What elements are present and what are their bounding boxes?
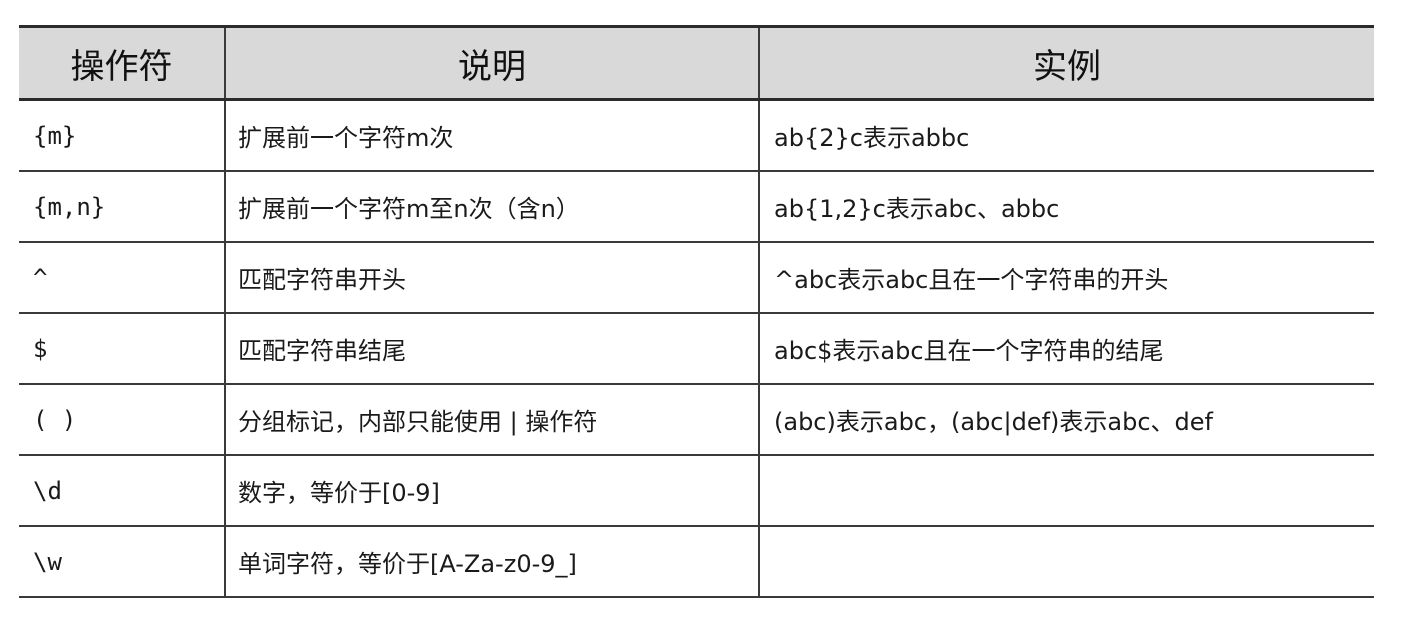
example-cell: abc$表示abc且在一个字符串的结尾 (758, 313, 1374, 385)
table-row: \d 数字，等价于[0-9] (19, 455, 1374, 527)
operator-cell: $ (19, 313, 225, 385)
description-cell: 匹配字符串结尾 (224, 313, 759, 385)
table-row: $ 匹配字符串结尾 abc$表示abc且在一个字符串的结尾 (19, 313, 1374, 385)
example-cell: ^abc表示abc且在一个字符串的开头 (758, 242, 1374, 314)
operator-cell: \d (19, 455, 225, 527)
description-cell: 数字，等价于[0-9] (224, 455, 759, 527)
description-cell: 单词字符，等价于[A-Za-z0-9_] (224, 526, 759, 598)
table-row: {m} 扩展前一个字符m次 ab{2}c表示abbc (19, 99, 1374, 172)
operator-cell: ^ (19, 242, 225, 314)
operator-cell: ( ) (19, 384, 225, 456)
example-cell: (abc)表示abc，(abc|def)表示abc、def (758, 384, 1374, 456)
description-cell: 分组标记，内部只能使用 | 操作符 (224, 384, 759, 456)
example-cell (758, 526, 1374, 598)
regex-operator-table: 操作符 说明 实例 {m} 扩展前一个字符m次 ab{2}c表示abbc {m,… (19, 25, 1374, 598)
example-cell: ab{2}c表示abbc (758, 99, 1374, 172)
description-cell: 扩展前一个字符m至n次（含n） (224, 171, 759, 243)
table-row: ( ) 分组标记，内部只能使用 | 操作符 (abc)表示abc，(abc|de… (19, 384, 1374, 456)
example-cell (758, 455, 1374, 527)
description-cell: 扩展前一个字符m次 (224, 99, 759, 172)
header-example: 实例 (758, 25, 1374, 101)
header-description: 说明 (224, 25, 759, 101)
example-cell: ab{1,2}c表示abc、abbc (758, 171, 1374, 243)
operator-cell: {m,n} (19, 171, 225, 243)
table-row: \w 单词字符，等价于[A-Za-z0-9_] (19, 526, 1374, 598)
operator-cell: \w (19, 526, 225, 598)
description-cell: 匹配字符串开头 (224, 242, 759, 314)
operator-table-container: 操作符 说明 实例 {m} 扩展前一个字符m次 ab{2}c表示abbc {m,… (19, 25, 1374, 598)
operator-cell: {m} (19, 99, 225, 172)
table-row: ^ 匹配字符串开头 ^abc表示abc且在一个字符串的开头 (19, 242, 1374, 314)
header-operator: 操作符 (19, 25, 225, 101)
table-header-row: 操作符 说明 实例 (19, 25, 1374, 101)
table-row: {m,n} 扩展前一个字符m至n次（含n） ab{1,2}c表示abc、abbc (19, 171, 1374, 243)
